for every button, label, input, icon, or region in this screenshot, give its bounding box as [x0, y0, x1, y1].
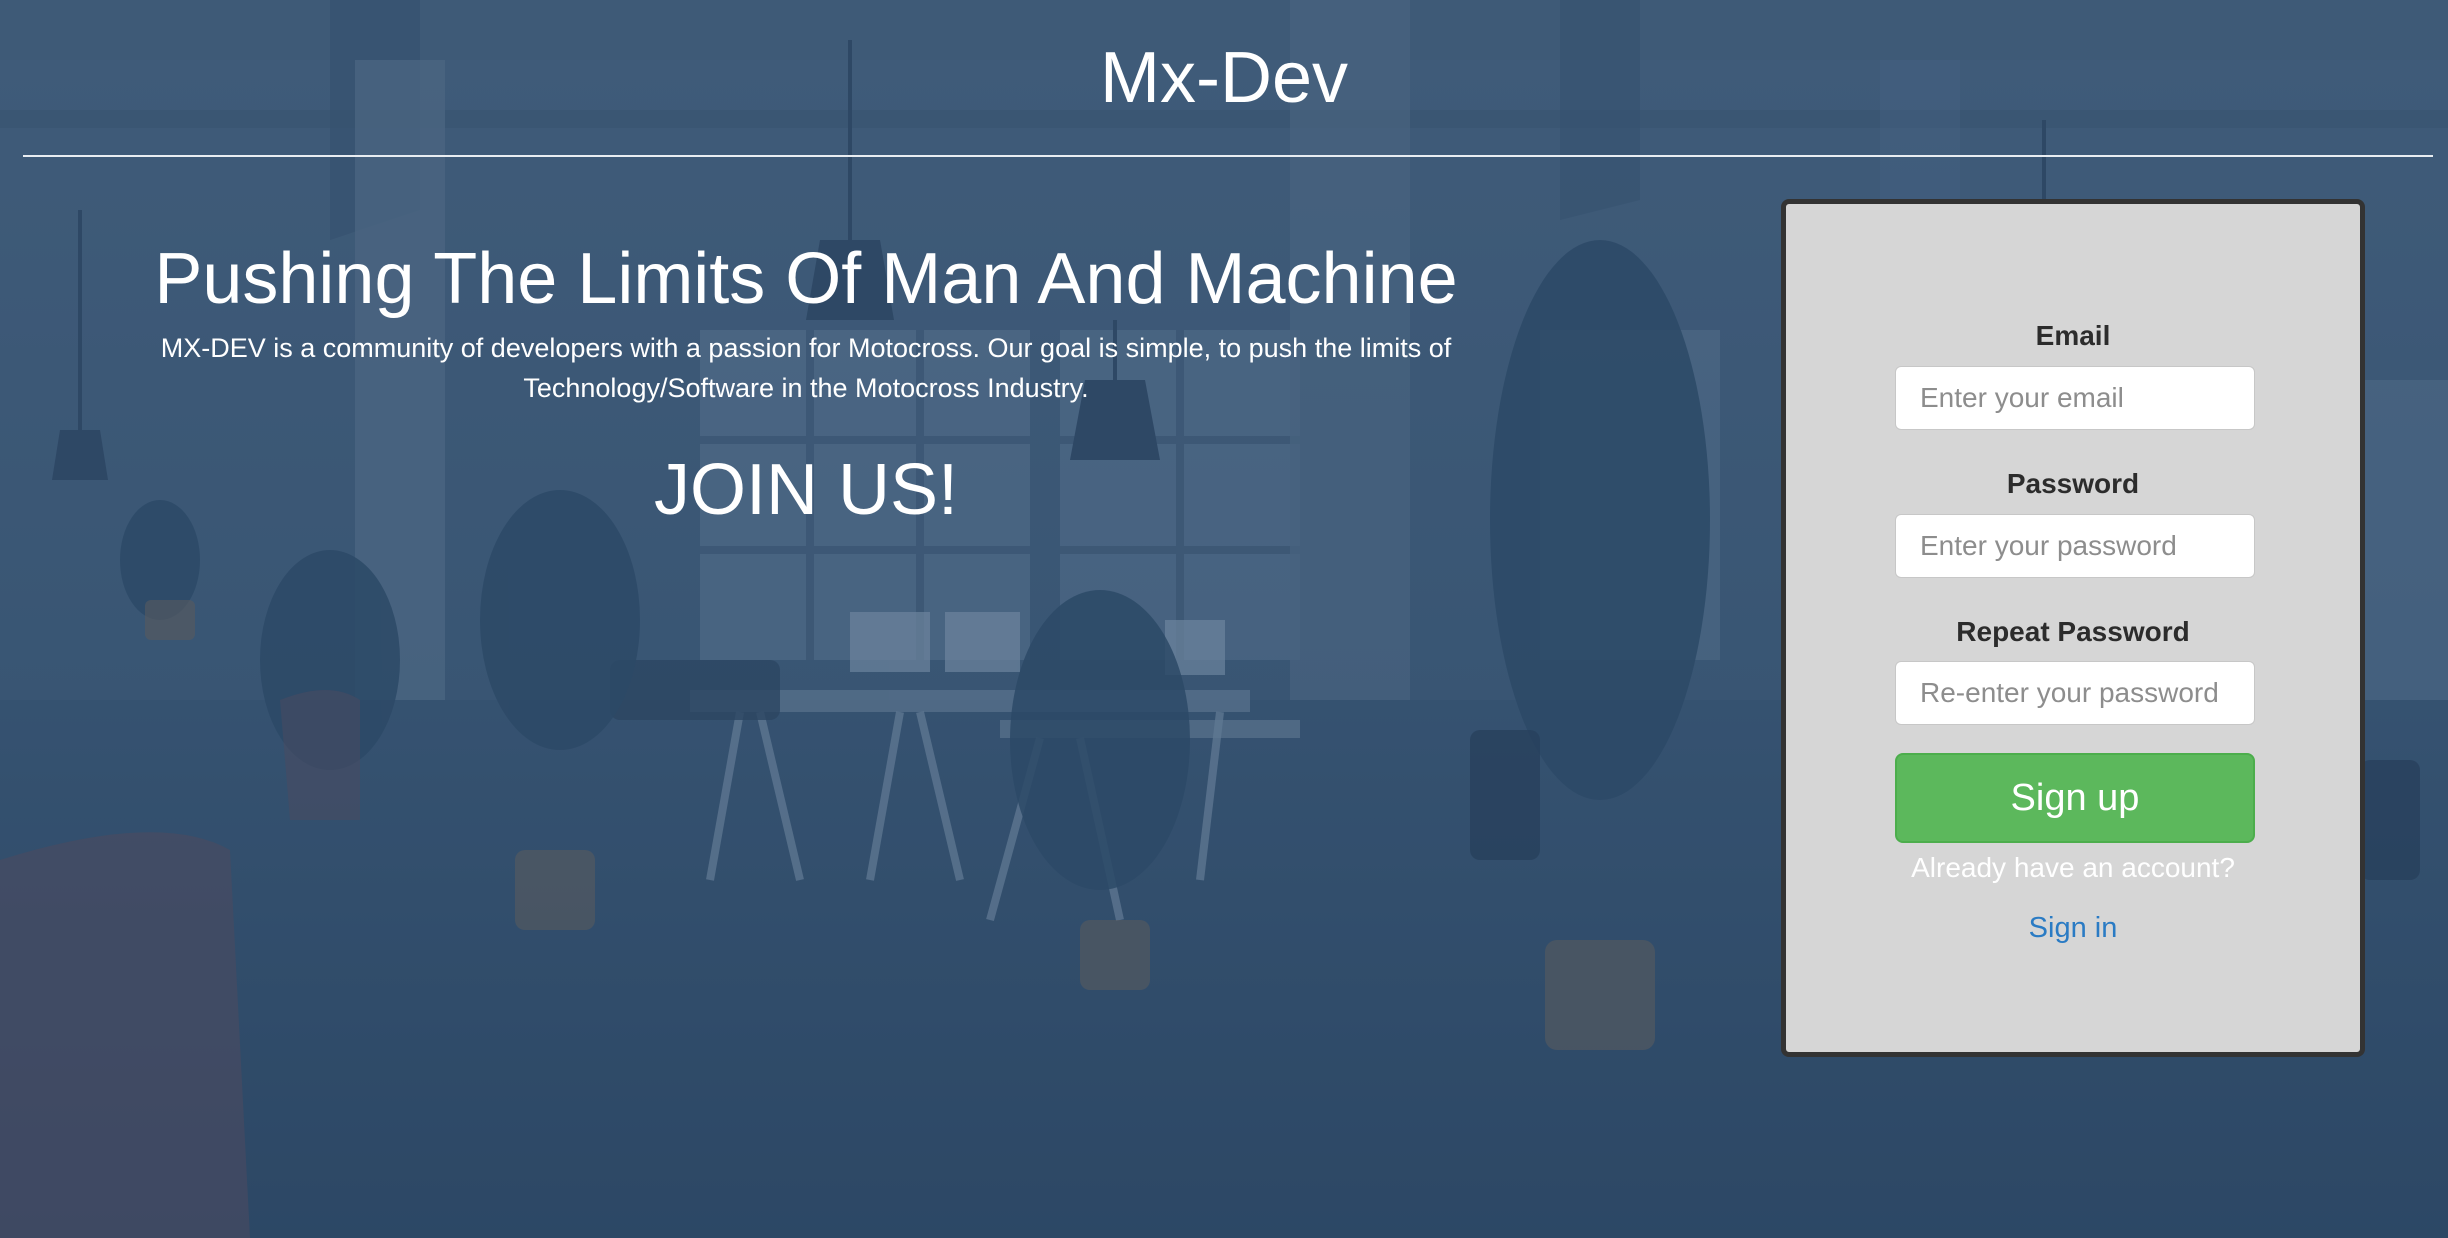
- site-title: Mx-Dev: [1100, 38, 1348, 118]
- account-prompt: Already have an account?: [1911, 852, 2235, 883]
- join-us-heading: JOIN US!: [653, 450, 959, 530]
- header-divider: [23, 155, 2433, 157]
- hero-description: MX-DEV is a community of developers with…: [160, 333, 1452, 403]
- sign-in-link[interactable]: Sign in: [1786, 910, 2360, 946]
- repeat-password-field[interactable]: [1895, 661, 2255, 725]
- email-label: Email: [2035, 320, 2111, 351]
- hero-heading: Pushing The Limits Of Man And Machine: [154, 239, 1458, 319]
- hero-section: Pushing The Limits Of Man And Machine MX…: [126, 230, 1486, 534]
- password-label: Password: [2006, 468, 2140, 499]
- repeat-password-label: Repeat Password: [1956, 616, 2190, 647]
- sign-up-button[interactable]: Sign up: [1895, 753, 2255, 843]
- password-field[interactable]: [1895, 514, 2255, 578]
- signup-form: Email Password Repeat Password Sign up A…: [1781, 199, 2365, 1057]
- email-field[interactable]: [1895, 366, 2255, 430]
